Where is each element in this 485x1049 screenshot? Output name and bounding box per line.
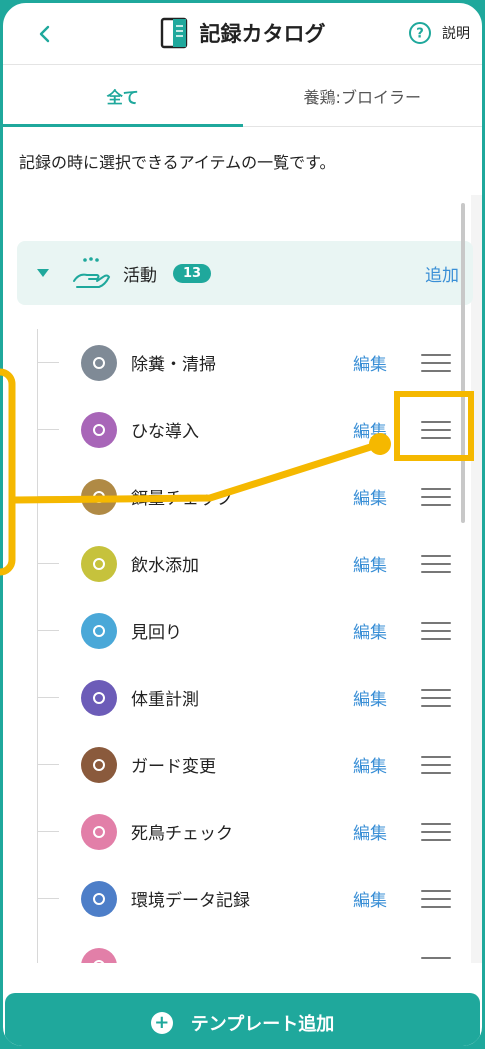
edit-link[interactable]: 編集 xyxy=(353,350,387,375)
add-template-button[interactable]: + テンプレート追加 xyxy=(5,993,480,1046)
tab-bar: 全て 養鶏:ブロイラー xyxy=(3,65,482,127)
header: 記録カタログ ? 説明 xyxy=(3,3,482,65)
item-label: 除糞・清掃 xyxy=(131,355,216,375)
tree-branch xyxy=(37,630,59,631)
edit-link[interactable]: 編集 xyxy=(353,417,387,442)
guard-icon xyxy=(81,746,117,783)
list-item[interactable]: ガード変更 編集 xyxy=(37,731,467,798)
item-label: 体重計測 xyxy=(131,690,199,710)
item-label: 環境データ記録 xyxy=(131,891,250,911)
tree-branch xyxy=(37,496,59,497)
drag-handle-icon[interactable] xyxy=(421,889,451,908)
edit-link[interactable]: 編集 xyxy=(353,484,387,509)
drag-handle-icon[interactable] xyxy=(421,822,451,841)
scale-icon xyxy=(81,679,117,716)
page-title: 記録カタログ xyxy=(199,22,326,46)
list-item[interactable]: 死鳥チェック 編集 xyxy=(37,798,467,865)
drag-handle-icon[interactable] xyxy=(421,353,451,372)
item-label: 餌量チェック xyxy=(131,489,233,509)
item-label: ひな導入 xyxy=(131,422,199,442)
thermometer-icon xyxy=(81,880,117,917)
list-item[interactable]: 環境データ記録 編集 xyxy=(37,865,467,932)
tree-branch xyxy=(37,563,59,564)
edit-link[interactable]: 編集 xyxy=(353,752,387,777)
tree-branch xyxy=(37,764,59,765)
list-item[interactable]: ひな導入 編集 xyxy=(37,396,467,463)
drag-handle-icon[interactable] xyxy=(421,554,451,573)
list-item[interactable]: 除糞・清掃 編集 xyxy=(37,329,467,396)
hand-activity-icon xyxy=(73,257,111,288)
item-label: 見回り xyxy=(131,623,182,643)
book-icon xyxy=(160,17,187,49)
drag-handle-icon[interactable] xyxy=(421,487,451,506)
drag-handle-icon[interactable] xyxy=(421,688,451,707)
partial-icon xyxy=(81,947,117,963)
edit-link[interactable]: 編集 xyxy=(353,819,387,844)
drag-handle-icon[interactable] xyxy=(421,956,451,964)
water-icon xyxy=(81,545,117,582)
tab-broiler[interactable]: 養鶏:ブロイラー xyxy=(243,65,483,126)
plus-circle-icon: + xyxy=(150,1012,173,1034)
tree-branch xyxy=(37,362,59,363)
feed-icon xyxy=(81,478,117,515)
broom-icon xyxy=(81,344,117,381)
question-circle-icon: ? xyxy=(409,22,431,44)
item-label: ガード変更 xyxy=(131,757,216,777)
category-count-badge: 13 xyxy=(173,263,212,283)
svg-text:?: ? xyxy=(416,27,424,42)
page-description: 記録の時に選択できるアイテムの一覧です。 xyxy=(19,153,336,172)
tab-all[interactable]: 全て xyxy=(3,65,243,127)
list-item[interactable] xyxy=(37,932,467,963)
edit-link[interactable]: 編集 xyxy=(353,886,387,911)
list-item[interactable]: 体重計測 編集 xyxy=(37,664,467,731)
edit-link[interactable]: 編集 xyxy=(353,551,387,576)
house-icon xyxy=(81,411,117,448)
bird-icon xyxy=(81,813,117,850)
category-activity[interactable]: 活動 13 追加 xyxy=(17,241,473,305)
tree-branch xyxy=(37,831,59,832)
item-label: 飲水添加 xyxy=(131,556,199,576)
tree-branch xyxy=(37,898,59,899)
edit-link[interactable]: 編集 xyxy=(353,685,387,710)
tree-branch xyxy=(37,697,59,698)
item-label: 死鳥チェック xyxy=(131,824,233,844)
caret-down-icon[interactable] xyxy=(37,269,49,277)
help-button[interactable]: ? 説明 xyxy=(408,21,470,45)
category-label: 活動 xyxy=(123,265,157,286)
drag-handle-icon[interactable] xyxy=(421,621,451,640)
drag-handle-icon[interactable] xyxy=(421,420,451,439)
edit-link[interactable]: 編集 xyxy=(353,618,387,643)
list-item[interactable]: 見回り 編集 xyxy=(37,597,467,664)
catalog-list-inner: 活動 13 追加 除糞・清掃 編集 ひな導入 編集 餌量チェック 編集 飲水添加 編集 見回り編… xyxy=(3,195,473,963)
catalog-list[interactable]: 活動 13 追加 除糞・清掃 編集 ひな導入 編集 餌量チェック 編集 飲水添加 編集 見回り編… xyxy=(3,195,482,963)
app-frame: 記録カタログ ? 説明 全て 養鶏:ブロイラー 記録の時に選択できるアイテムの一… xyxy=(0,0,485,1049)
add-template-label: テンプレート追加 xyxy=(190,1014,335,1035)
list-item[interactable]: 餌量チェック 編集 xyxy=(37,463,467,530)
drag-handle-icon[interactable] xyxy=(421,755,451,774)
scrollbar[interactable] xyxy=(461,203,465,523)
magnifier-icon xyxy=(81,612,117,649)
list-item[interactable]: 飲水添加 編集 xyxy=(37,530,467,597)
tree-branch xyxy=(37,429,59,430)
category-add-link[interactable]: 追加 xyxy=(425,261,459,286)
help-label: 説明 xyxy=(442,26,470,42)
